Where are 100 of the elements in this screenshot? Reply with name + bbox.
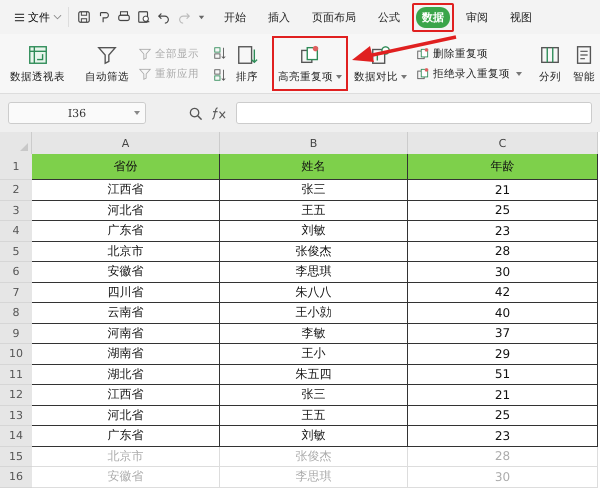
table-cell: 51 [408,364,598,385]
save-icon[interactable] [77,10,91,24]
table-cell: 朱八八 [220,282,408,303]
ribbon-button[interactable]: 自动筛选 [81,38,133,89]
ribbon-tab[interactable]: 视图 [500,2,542,32]
duplicate-icon [416,46,430,60]
table-cell: 王小勍 [220,303,408,324]
sort-ascending-icon[interactable] [213,46,227,60]
table-cell: 王五 [220,200,408,221]
table-cell: 河北省 [32,200,220,221]
header-cell: 省份 [32,154,220,180]
row-header[interactable]: 9 [0,324,32,344]
row-header[interactable]: 7 [0,282,32,303]
table-cell: 河北省 [32,406,220,426]
table-cell: 四川省 [32,282,220,303]
file-menu[interactable]: 文件 [0,7,69,27]
table-cell: 朱五四 [220,364,408,385]
filter-icon [138,46,152,60]
table-cell: 29 [408,344,598,364]
row-header[interactable]: 2 [0,180,32,200]
table-icon [26,44,48,66]
ribbon-tab[interactable]: 审阅 [456,2,498,32]
ribbon-tab[interactable]: 开始 [214,2,256,32]
ribbon-button[interactable]: 拒绝录入重复项 [416,66,522,80]
row-header[interactable]: 1 [0,154,32,180]
row-header[interactable]: 15 [0,446,32,467]
header-cell: 年龄 [408,154,598,180]
ribbon-button[interactable]: 分列 [535,38,565,89]
table-cell: 王五 [220,406,408,426]
table-cell: 刘敏 [220,221,408,242]
table-cell: 安徽省 [32,467,220,488]
table-cell: 25 [408,406,598,426]
table-cell: 云南省 [32,303,220,324]
ribbon-tab[interactable]: 插入 [258,2,300,32]
table-cell: 21 [408,385,598,406]
duplicate-icon [299,44,321,66]
table-cell: 刘敏 [220,426,408,446]
row-header[interactable]: 4 [0,221,32,242]
table-cell: 张俊杰 [220,242,408,262]
dropdown-icon[interactable] [197,12,206,22]
ribbon-button[interactable]: 智能 [569,38,599,89]
row-header[interactable]: 13 [0,406,32,426]
row-header[interactable]: 11 [0,364,32,385]
ribbon-button[interactable]: 排序 [232,38,262,89]
ribbon-button[interactable]: 数据透视表 [6,38,69,89]
ribbon-tab[interactable]: 公式 [368,2,410,32]
table-cell: 江西省 [32,385,220,406]
function-icon[interactable] [211,106,228,120]
zoom-icon[interactable] [188,106,203,120]
row-header[interactable]: 10 [0,344,32,364]
table-cell: 张三 [220,385,408,406]
table-cell: 安徽省 [32,262,220,282]
row-header[interactable]: 12 [0,385,32,406]
sort-icon [236,44,258,66]
table-cell: 广东省 [32,221,220,242]
column-header[interactable]: C [408,132,598,154]
formula-field[interactable] [236,102,592,124]
table-cell: 28 [408,242,598,262]
table-cell: 王小 [220,344,408,364]
preview-icon[interactable] [137,10,151,24]
table-cell: 广东省 [32,426,220,446]
table-cell: 37 [408,324,598,344]
triangle-icon [20,143,28,151]
table-cell: 湖南省 [32,344,220,364]
row-header[interactable]: 14 [0,426,32,446]
table-cell: 北京市 [32,446,220,467]
table-cell: 江西省 [32,180,220,200]
menu-icon [14,12,25,22]
ribbon-button[interactable]: 删除重复项 [416,46,522,60]
print-icon[interactable] [117,10,131,24]
table-cell: 张俊杰 [220,446,408,467]
table-cell: 北京市 [32,242,220,262]
chevron-icon [53,14,62,20]
ribbon-button[interactable]: 高亮重复项 [274,38,346,89]
row-header[interactable]: 6 [0,262,32,282]
table-cell: 42 [408,282,598,303]
name-box[interactable]: I36 [8,102,146,124]
table-cell: 张三 [220,180,408,200]
ribbon-tab[interactable]: 页面布局 [302,2,366,32]
table-cell: 李思琪 [220,262,408,282]
table-cell: 30 [408,467,598,488]
table-cell: 21 [408,180,598,200]
table-cell: 40 [408,303,598,324]
table-cell: 李思琪 [220,467,408,488]
table-cell: 湖北省 [32,364,220,385]
table-cell: 23 [408,221,598,242]
row-header[interactable]: 3 [0,200,32,221]
filter-icon [138,66,152,80]
row-header[interactable]: 8 [0,303,32,324]
table-cell: 河南省 [32,324,220,344]
row-header[interactable]: 16 [0,467,32,488]
column-header[interactable]: A [32,132,220,154]
duplicate-icon [416,66,430,80]
table-cell: 30 [408,262,598,282]
header-cell: 姓名 [220,154,408,180]
caret-icon [134,111,140,115]
table-cell: 李敏 [220,324,408,344]
row-header[interactable]: 5 [0,242,32,262]
column-header[interactable]: B [220,132,408,154]
sort-descending-icon[interactable] [213,68,227,82]
